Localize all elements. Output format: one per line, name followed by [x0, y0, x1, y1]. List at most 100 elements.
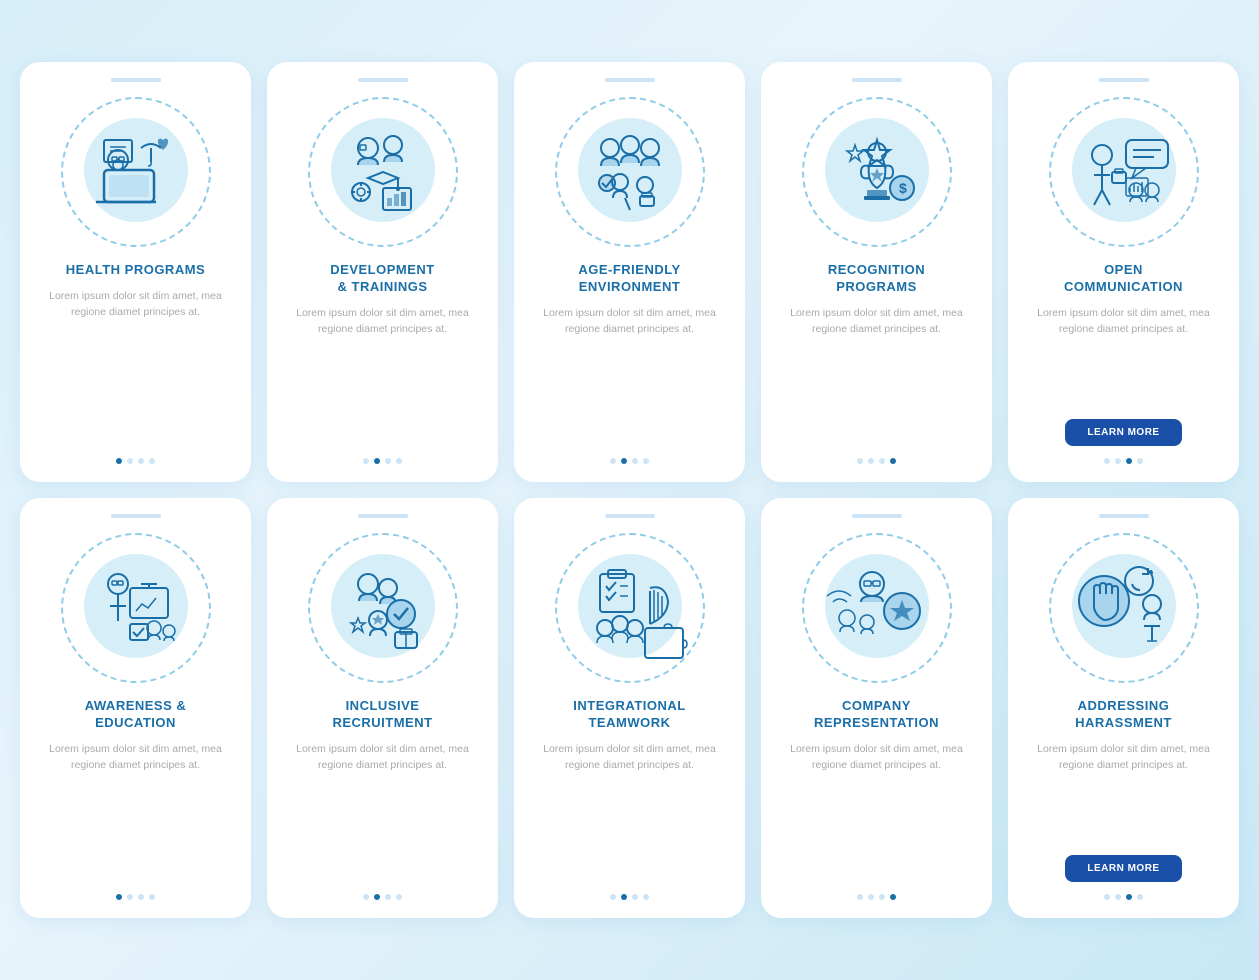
card-body-text: Lorem ipsum dolor sit dim amet, mea regi…: [1022, 306, 1225, 409]
card-illustration: [1064, 110, 1184, 235]
card-illustration: [570, 546, 690, 671]
card-illustration: [570, 110, 690, 235]
card-icon-development-trainings: [303, 92, 463, 252]
card-top-line: [1099, 78, 1149, 82]
pagination-dot-3[interactable]: [149, 894, 155, 900]
card-icon-awareness-education: [56, 528, 216, 688]
card-title: INCLUSIVE RECRUITMENT: [332, 698, 432, 732]
pagination-dot-1[interactable]: [127, 458, 133, 464]
card-body-text: Lorem ipsum dolor sit dim amet, mea regi…: [528, 742, 731, 882]
card-icon-addressing-harassment: [1044, 528, 1204, 688]
pagination-dot-1[interactable]: [1115, 458, 1121, 464]
pagination-dot-2[interactable]: [138, 894, 144, 900]
card-title: INTEGRATIONAL TEAMWORK: [573, 698, 685, 732]
pagination-dot-0[interactable]: [116, 894, 122, 900]
card-top-line: [1099, 514, 1149, 518]
pagination-dot-1[interactable]: [374, 458, 380, 464]
pagination-dot-3[interactable]: [890, 894, 896, 900]
pagination-dot-3[interactable]: [1137, 458, 1143, 464]
card-pagination-dots: [857, 894, 896, 900]
pagination-dot-0[interactable]: [363, 458, 369, 464]
pagination-dot-3[interactable]: [396, 458, 402, 464]
card-pagination-dots: [363, 894, 402, 900]
card-body-text: Lorem ipsum dolor sit dim amet, mea regi…: [528, 306, 731, 446]
card-pagination-dots: [610, 458, 649, 464]
card-illustration: [323, 546, 443, 671]
pagination-dot-2[interactable]: [138, 458, 144, 464]
pagination-dot-1[interactable]: [374, 894, 380, 900]
card-body-text: Lorem ipsum dolor sit dim amet, mea regi…: [1022, 742, 1225, 845]
card-development-trainings: DEVELOPMENT & TRAININGSLorem ipsum dolor…: [267, 62, 498, 482]
pagination-dot-0[interactable]: [610, 894, 616, 900]
card-icon-recognition-programs: $: [797, 92, 957, 252]
pagination-dot-1[interactable]: [621, 894, 627, 900]
card-title: DEVELOPMENT & TRAININGS: [330, 262, 434, 296]
pagination-dot-0[interactable]: [116, 458, 122, 464]
card-illustration: [76, 110, 196, 235]
pagination-dot-2[interactable]: [632, 458, 638, 464]
card-pagination-dots: [363, 458, 402, 464]
card-top-line: [111, 78, 161, 82]
card-icon-health-programs: [56, 92, 216, 252]
card-title: COMPANY REPRESENTATION: [814, 698, 939, 732]
card-pagination-dots: [857, 458, 896, 464]
card-title: AGE-FRIENDLY ENVIRONMENT: [578, 262, 680, 296]
card-title: ADDRESSING HARASSMENT: [1075, 698, 1172, 732]
card-open-communication: OPEN COMMUNICATION Lorem ipsum dolor sit …: [1008, 62, 1239, 482]
pagination-dot-2[interactable]: [632, 894, 638, 900]
card-health-programs: HEALTH PROGRAMS Lorem ipsum dolor sit dim…: [20, 62, 251, 482]
card-title: OPEN COMMUNICATION: [1064, 262, 1183, 296]
card-grid: HEALTH PROGRAMS Lorem ipsum dolor sit dim…: [20, 62, 1239, 918]
pagination-dot-3[interactable]: [890, 458, 896, 464]
pagination-dot-2[interactable]: [1126, 458, 1132, 464]
card-icon-company-representation: [797, 528, 957, 688]
pagination-dot-0[interactable]: [857, 458, 863, 464]
card-body-text: Lorem ipsum dolor sit dim amet, mea regi…: [775, 742, 978, 882]
card-awareness-education: AWARENESS & EDUCATIONLorem ipsum dolor s…: [20, 498, 251, 918]
card-recognition-programs: $ RECOGNITION PROGRAMS Lorem ipsum dolor …: [761, 62, 992, 482]
card-top-line: [111, 514, 161, 518]
pagination-dot-0[interactable]: [363, 894, 369, 900]
card-title: HEALTH PROGRAMS: [66, 262, 205, 279]
card-top-line: [852, 514, 902, 518]
card-title: RECOGNITION PROGRAMS: [828, 262, 925, 296]
pagination-dot-3[interactable]: [643, 458, 649, 464]
card-illustration: [323, 110, 443, 235]
card-body-text: Lorem ipsum dolor sit dim amet, mea regi…: [34, 289, 237, 446]
learn-more-button[interactable]: LEARN MORE: [1065, 855, 1181, 882]
card-illustration: $: [817, 110, 937, 235]
pagination-dot-3[interactable]: [1137, 894, 1143, 900]
pagination-dot-1[interactable]: [868, 458, 874, 464]
pagination-dot-2[interactable]: [1126, 894, 1132, 900]
card-body-text: Lorem ipsum dolor sit dim amet, mea regi…: [775, 306, 978, 446]
learn-more-button[interactable]: LEARN MORE: [1065, 419, 1181, 446]
pagination-dot-1[interactable]: [621, 458, 627, 464]
pagination-dot-3[interactable]: [149, 458, 155, 464]
card-top-line: [358, 514, 408, 518]
pagination-dot-2[interactable]: [879, 458, 885, 464]
pagination-dot-0[interactable]: [857, 894, 863, 900]
card-integrational-teamwork: INTEGRATIONAL TEAMWORK Lorem ipsum dolor …: [514, 498, 745, 918]
pagination-dot-0[interactable]: [1104, 458, 1110, 464]
svg-text:$: $: [899, 180, 907, 196]
card-illustration: [76, 546, 196, 671]
pagination-dot-3[interactable]: [396, 894, 402, 900]
pagination-dot-0[interactable]: [1104, 894, 1110, 900]
card-icon-age-friendly-environment: [550, 92, 710, 252]
card-pagination-dots: [116, 458, 155, 464]
pagination-dot-2[interactable]: [879, 894, 885, 900]
pagination-dot-1[interactable]: [127, 894, 133, 900]
card-pagination-dots: [116, 894, 155, 900]
pagination-dot-0[interactable]: [610, 458, 616, 464]
card-pagination-dots: [1104, 894, 1143, 900]
pagination-dot-2[interactable]: [385, 458, 391, 464]
card-age-friendly-environment: AGE-FRIENDLY ENVIRONMENT Lorem ipsum dolo…: [514, 62, 745, 482]
pagination-dot-2[interactable]: [385, 894, 391, 900]
card-inclusive-recruitment: INCLUSIVE RECRUITMENTLorem ipsum dolor s…: [267, 498, 498, 918]
pagination-dot-1[interactable]: [868, 894, 874, 900]
pagination-dot-1[interactable]: [1115, 894, 1121, 900]
pagination-dot-3[interactable]: [643, 894, 649, 900]
card-top-line: [852, 78, 902, 82]
card-body-text: Lorem ipsum dolor sit dim amet, mea regi…: [34, 742, 237, 882]
card-icon-integrational-teamwork: [550, 528, 710, 688]
